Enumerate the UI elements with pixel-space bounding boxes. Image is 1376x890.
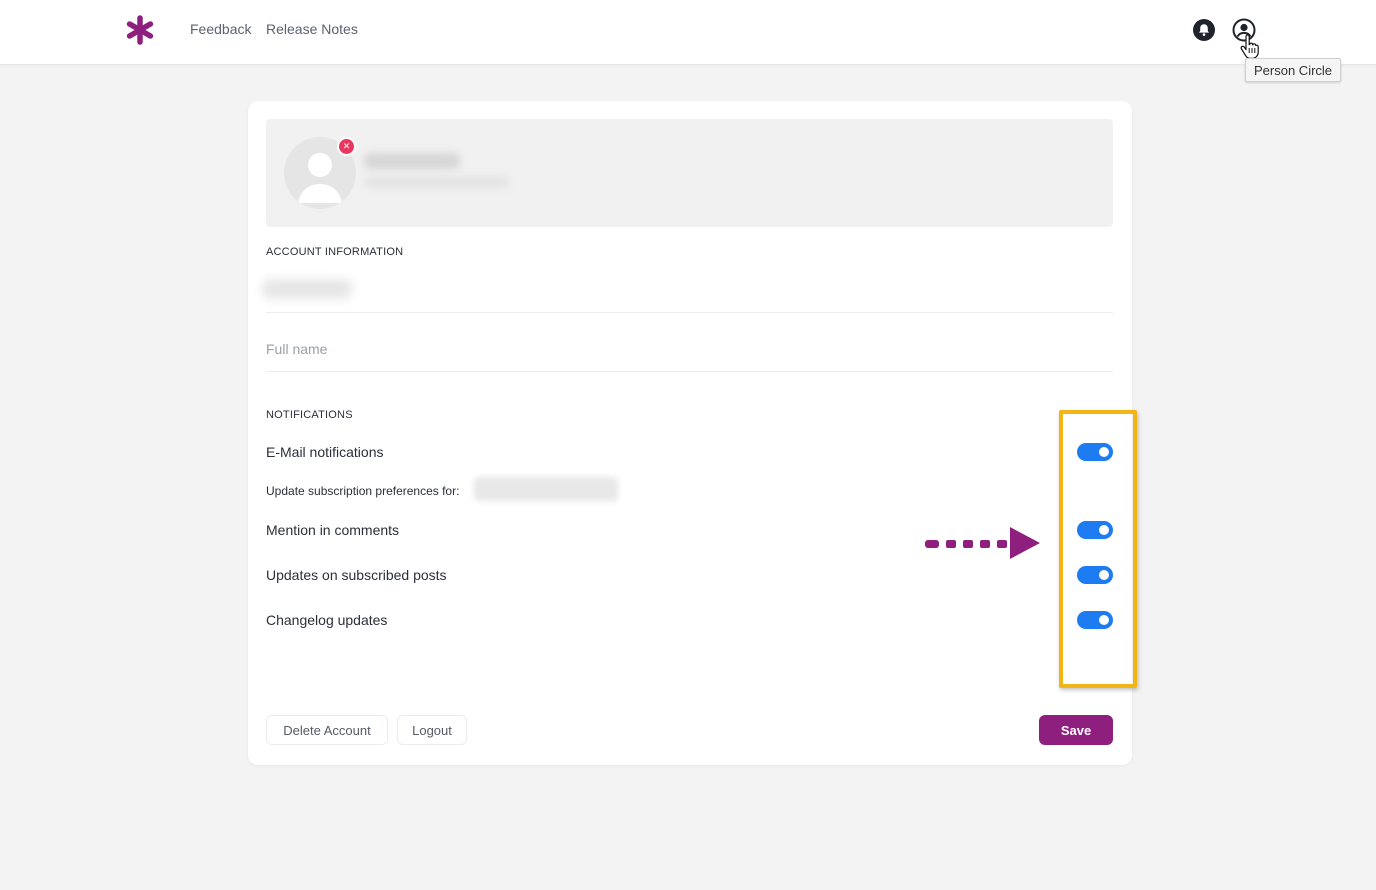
changelog-updates-label: Changelog updates [266, 612, 388, 628]
asterisk-logo-icon[interactable] [125, 15, 155, 45]
redacted-email [364, 177, 510, 187]
delete-account-button[interactable]: Delete Account [266, 715, 388, 745]
person-circle-icon[interactable] [1232, 18, 1256, 42]
redacted-subscription-email[interactable] [474, 477, 618, 501]
notifications-heading: NOTIFICATIONS [266, 409, 353, 421]
bell-icon[interactable] [1192, 18, 1216, 42]
top-navigation-bar: Feedback Release Notes [0, 0, 1376, 65]
redacted-display-name [364, 153, 460, 169]
nav-link-release-notes[interactable]: Release Notes [266, 21, 358, 37]
updates-on-subscribed-posts-label: Updates on subscribed posts [266, 567, 447, 583]
account-information-heading: ACCOUNT INFORMATION [266, 246, 404, 258]
updates-on-subscribed-posts-toggle[interactable] [1077, 566, 1113, 584]
changelog-updates-toggle[interactable] [1077, 611, 1113, 629]
person-circle-tooltip: Person Circle [1245, 58, 1342, 82]
save-button[interactable]: Save [1039, 715, 1113, 745]
mention-in-comments-toggle[interactable] [1077, 521, 1113, 539]
email-notifications-toggle[interactable] [1077, 443, 1113, 461]
logout-button[interactable]: Logout [397, 715, 467, 745]
subscription-preferences-label: Update subscription preferences for: [266, 484, 460, 498]
nav-link-feedback[interactable]: Feedback [190, 21, 251, 37]
remove-avatar-icon[interactable]: ✕ [337, 137, 356, 156]
divider [266, 312, 1113, 313]
mention-in-comments-label: Mention in comments [266, 522, 400, 538]
full-name-input[interactable] [266, 337, 1113, 361]
account-settings-card: ✕ ACCOUNT INFORMATION NOTIFICATIONS E-Ma… [248, 101, 1132, 765]
redacted-username-field[interactable] [262, 279, 352, 299]
divider [266, 371, 1113, 372]
profile-header: ✕ [266, 119, 1113, 227]
email-notifications-label: E-Mail notifications [266, 444, 384, 460]
